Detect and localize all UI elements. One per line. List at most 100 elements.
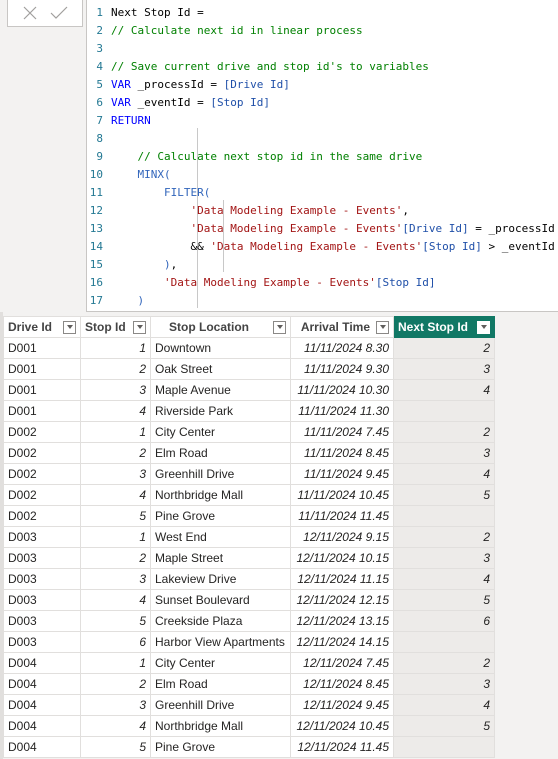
cancel-formula-button[interactable] [22,5,38,21]
column-filter-button[interactable] [63,320,76,334]
table-cell-drive-id: D003 [3,547,81,569]
code-line[interactable]: 5 VAR _processId = [Drive Id] [87,76,558,94]
table-cell-stop-id: 4 [80,715,151,737]
table-cell-drive-id: D003 [3,526,81,548]
code-line[interactable]: 8 [87,130,558,148]
table-row: D003 3 Lakeview Drive 12/11/2024 11.15 4 [3,568,495,590]
column-header[interactable]: Stop Id [80,316,151,338]
table-cell-stop-id: 6 [80,631,151,653]
table-row: D001 1 Downtown 11/11/2024 8.30 2 [3,337,495,359]
table-cell-arrival-time: 12/11/2024 8.45 [290,673,394,695]
dropdown-arrow-icon [379,325,386,329]
code-token: [Stop Id] [375,276,436,289]
code-line[interactable]: 1 Next Stop Id = [87,4,558,22]
column-header[interactable]: Arrival Time [290,316,394,338]
code-token: = _processId [468,222,555,235]
line-number: 11 [89,186,103,199]
table-cell-stop-location: Greenhill Drive [150,463,291,485]
commit-formula-button[interactable] [50,5,68,21]
code-token: [Stop Id] [422,240,482,253]
column-filter-button[interactable] [477,320,490,334]
table-cell-stop-id: 2 [80,442,151,464]
code-line[interactable]: 13 'Data Modeling Example - Events'[Driv… [87,220,558,238]
code-line[interactable]: 3 [87,40,558,58]
line-number: 10 [89,168,103,181]
table-row: D004 3 Greenhill Drive 12/11/2024 9.45 4 [3,694,495,716]
code-token: , [402,204,410,217]
code-token: Next Stop Id = [111,6,204,19]
column-header[interactable]: Next Stop Id [393,316,495,338]
table-cell-arrival-time: 12/11/2024 9.45 [290,694,394,716]
code-line[interactable]: 10 MINX( [87,166,558,184]
table-cell-drive-id: D004 [3,715,81,737]
table-cell-stop-location: Riverside Park [150,400,291,422]
table-cell-next-stop-id: 2 [393,421,495,443]
column-header[interactable]: Stop Location [150,316,291,338]
checkmark-icon [50,6,68,19]
table-cell-drive-id: D001 [3,337,81,359]
code-line[interactable]: 4 // Save current drive and stop id's to … [87,58,558,76]
code-line[interactable]: 12 'Data Modeling Example - Events', [87,202,558,220]
table-row: D002 2 Elm Road 11/11/2024 8.45 3 [3,442,495,464]
column-header-label: Stop Id [85,320,126,334]
table-cell-stop-location: Greenhill Drive [150,694,291,716]
code-line[interactable]: 9 // Calculate next stop id in the same … [87,148,558,166]
column-filter-button[interactable] [273,320,286,334]
table-cell-stop-location: Pine Grove [150,505,291,527]
line-number: 14 [89,240,103,253]
column-filter-button[interactable] [133,320,146,334]
table-row: D001 3 Maple Avenue 11/11/2024 10.30 4 [3,379,495,401]
table-cell-drive-id: D002 [3,463,81,485]
code-token: _eventId = [130,96,211,109]
column-header[interactable]: Drive Id [3,316,81,338]
table-cell-stop-id: 1 [80,652,151,674]
line-number: 4 [96,60,103,73]
table-cell-drive-id: D003 [3,631,81,653]
table-cell-arrival-time: 12/11/2024 10.45 [290,715,394,737]
code-token: // Save current drive and stop id's to v… [111,60,429,73]
dropdown-arrow-icon [66,325,73,329]
table-cell-next-stop-id: 3 [393,358,495,380]
data-table: Drive Id Stop Id Stop Location Arrival Time… [3,316,495,758]
table-cell-next-stop-id: 4 [393,463,495,485]
table-cell-next-stop-id: 4 [393,568,495,590]
table-cell-next-stop-id: 5 [393,715,495,737]
table-cell-stop-id: 2 [80,358,151,380]
code-line[interactable]: 2 // Calculate next id in linear process [87,22,558,40]
code-line[interactable]: 17 ) [87,292,558,310]
table-cell-stop-id: 2 [80,547,151,569]
code-token: 'Data Modeling Example - Events' [190,204,403,217]
formula-commit-controls [7,0,83,27]
code-line[interactable]: 11 FILTER( [87,184,558,202]
table-cell-arrival-time: 11/11/2024 8.30 [290,337,394,359]
table-cell-arrival-time: 11/11/2024 11.45 [290,505,394,527]
code-line[interactable]: 6 VAR _eventId = [Stop Id] [87,94,558,112]
table-cell-stop-location: Elm Road [150,442,291,464]
x-icon [23,6,37,20]
table-cell-next-stop-id: 5 [393,484,495,506]
line-number: 15 [89,258,103,271]
table-row: D003 6 Harbor View Apartments 12/11/2024 14… [3,631,495,653]
code-line[interactable]: 7 RETURN [87,112,558,130]
code-line[interactable]: 16 'Data Modeling Example - Events'[Stop… [87,274,558,292]
column-header-label: Next Stop Id [398,320,469,334]
table-cell-stop-id: 4 [80,484,151,506]
table-row: D003 5 Creekside Plaza 12/11/2024 13.15 6 [3,610,495,632]
dax-formula-editor[interactable]: 1 Next Stop Id = 2 // Calculate next id in … [86,0,558,312]
column-filter-button[interactable] [376,320,389,334]
table-cell-drive-id: D003 [3,610,81,632]
line-number: 2 [96,24,103,37]
code-line[interactable]: 15 ), [87,256,558,274]
table-cell-next-stop-id: 2 [393,337,495,359]
table-cell-stop-id: 4 [80,589,151,611]
table-cell-next-stop-id [393,505,495,527]
table-cell-drive-id: D001 [3,400,81,422]
table-cell-next-stop-id: 4 [393,694,495,716]
table-row: D002 3 Greenhill Drive 11/11/2024 9.45 4 [3,463,495,485]
code-token: MINX( [137,168,171,181]
table-cell-arrival-time: 12/11/2024 9.15 [290,526,394,548]
table-cell-stop-id: 1 [80,337,151,359]
table-cell-arrival-time: 11/11/2024 9.45 [290,463,394,485]
code-line[interactable]: 14 && 'Data Modeling Example - Events'[S… [87,238,558,256]
